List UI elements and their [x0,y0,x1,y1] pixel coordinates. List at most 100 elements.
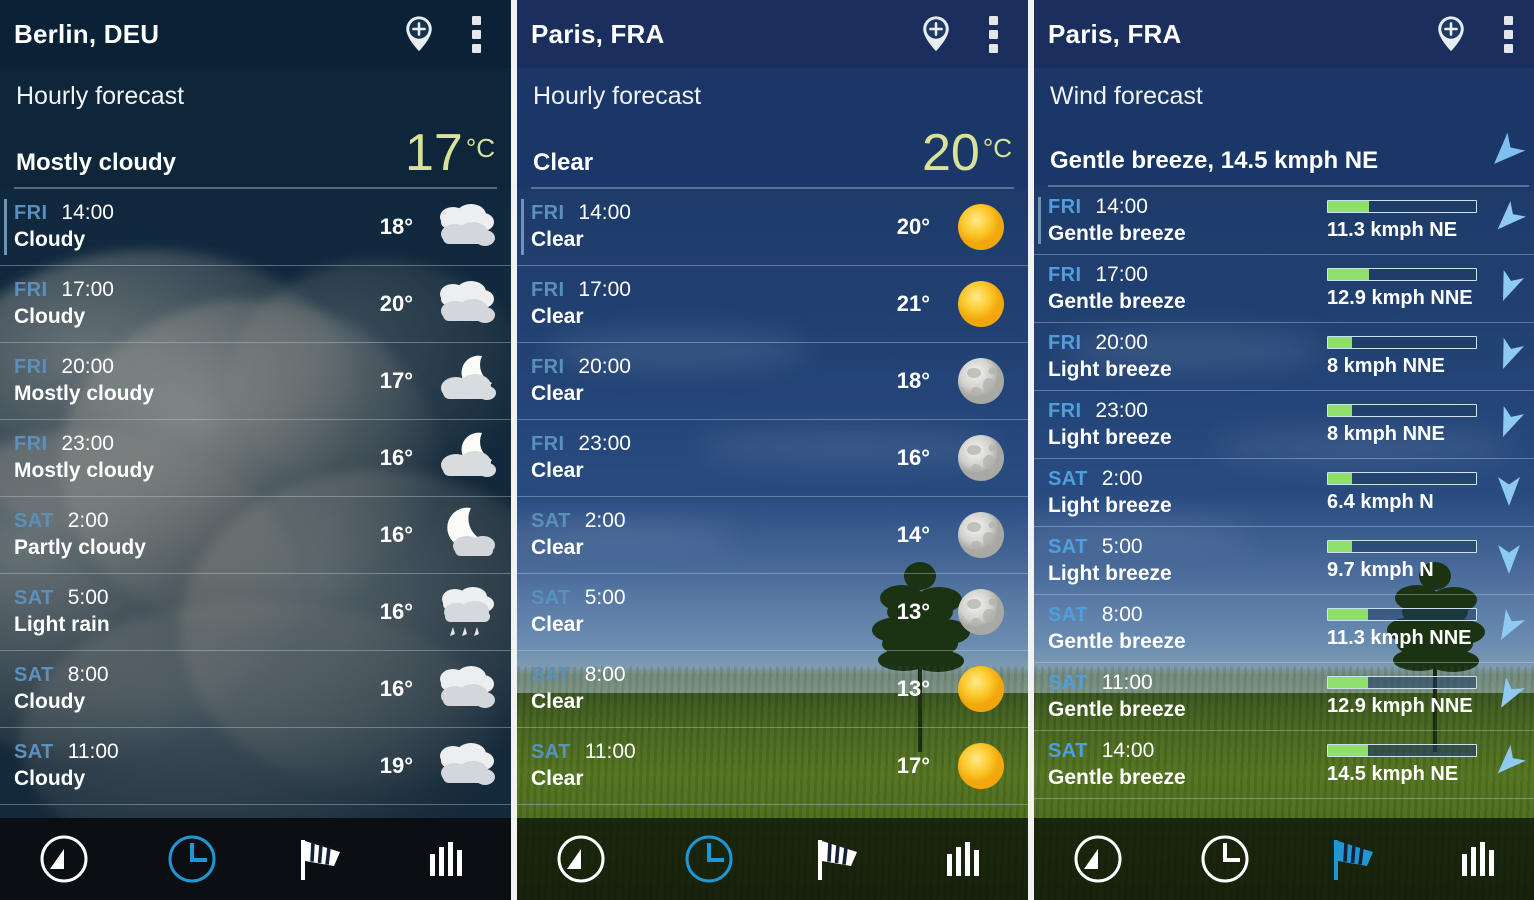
forecast-row[interactable]: SAT 5:00 Light breeze 9.7 kmph N [1034,527,1534,595]
row-temperature: 16° [379,598,413,624]
cloudy-icon [427,198,497,256]
forecast-row[interactable]: FRI 20:00 Mostly cloudy 17° [0,343,511,420]
forecast-row[interactable]: FRI 14:00 Cloudy 18° [0,189,511,266]
row-temperature: 16° [379,444,413,470]
nav-bar-chart-icon[interactable] [1447,827,1511,891]
bottom-navigation[interactable] [517,818,1028,900]
nav-bar-chart-icon[interactable] [932,827,996,891]
forecast-row[interactable]: SAT 2:00 Partly cloudy 16° [0,497,511,574]
row-time: 20:00 [1095,331,1148,354]
forecast-row[interactable]: SAT 8:00 Cloudy 16° [0,651,511,728]
row-description: Clear [531,459,584,483]
row-day: FRI [531,279,565,302]
forecast-row[interactable]: FRI 23:00 Mostly cloudy 16° [0,420,511,497]
wind-speed-block: 11.3 kmph NE [1327,199,1477,242]
bottom-navigation[interactable] [1034,818,1534,900]
nav-clock-icon[interactable] [160,827,224,891]
row-temperature: 17° [379,367,413,393]
forecast-summary: Wind forecast Gentle breeze, 14.5 kmph N… [1034,68,1534,185]
moon-icon [944,429,1014,487]
nav-clock-icon[interactable] [1193,827,1257,891]
overflow-menu-icon[interactable] [1504,15,1513,53]
wind-speed-value: 6.4 kmph N [1327,490,1434,513]
row-time-block: SAT 11:00 Clear [531,740,897,791]
nav-clock-icon[interactable] [677,827,741,891]
forecast-row[interactable]: FRI 23:00 Light breeze 8 kmph NNE [1034,391,1534,459]
forecast-row[interactable]: SAT 11:00 Cloudy 19° [0,728,511,805]
nav-compass-icon[interactable] [1066,827,1130,891]
nav-windsock-icon[interactable] [1320,827,1384,891]
wind-speed-bar [1327,403,1477,417]
current-temperature: 17 °C [404,124,495,182]
row-day: SAT [531,510,571,533]
forecast-row[interactable]: FRI 20:00 Clear 18° [517,343,1028,420]
bottom-navigation[interactable] [0,818,511,900]
hourly-forecast-list[interactable]: FRI 14:00 Clear 20° FRI 17:00 Clear 21° FRI 20:00… [517,189,1028,818]
row-description: Light breeze [1048,494,1172,517]
row-time: 20:00 [61,355,114,379]
add-location-pin-icon[interactable] [402,15,436,53]
nav-bar-chart-icon[interactable] [415,827,479,891]
row-time: 14:00 [578,201,631,225]
forecast-row[interactable]: SAT 8:00 Clear 13° [517,651,1028,728]
row-time: 17:00 [1095,263,1148,286]
forecast-row[interactable]: SAT 14:00 Gentle breeze 14.5 kmph NE [1034,731,1534,799]
add-location-pin-icon[interactable] [919,15,953,53]
row-time: 14:00 [1095,195,1148,218]
row-temperature: 13° [896,598,930,624]
row-time: 5:00 [67,586,109,610]
nav-windsock-icon[interactable] [804,827,868,891]
row-time-block: SAT 8:00 Cloudy [14,663,380,714]
forecast-row[interactable]: SAT 8:00 Gentle breeze 11.3 kmph NNE [1034,595,1534,663]
row-time: 17:00 [61,278,114,302]
forecast-row[interactable]: FRI 14:00 Clear 20° [517,189,1028,266]
screen-title: Hourly forecast [533,82,702,110]
forecast-row[interactable]: SAT 11:00 Clear 17° [517,728,1028,805]
forecast-row[interactable]: SAT 2:00 Light breeze 6.4 kmph N [1034,459,1534,527]
row-description: Clear [531,613,584,637]
row-description: Light breeze [1048,426,1172,449]
sun-icon [944,660,1014,718]
row-temperature: 21° [896,290,930,316]
wind-direction-arrow-icon [1483,266,1529,311]
wind-speed-bar [1327,675,1477,689]
moon-icon [944,352,1014,410]
row-time: 2:00 [584,509,626,533]
wind-speed-value: 8 kmph NNE [1327,354,1445,377]
row-description: Light rain [14,613,110,637]
row-time: 8:00 [584,663,626,687]
row-time-block: SAT 14:00 Gentle breeze [1048,739,1327,790]
forecast-row[interactable]: SAT 5:00 Light rain 16° [0,574,511,651]
wind-speed-bar [1327,335,1477,349]
forecast-row[interactable]: FRI 17:00 Clear 21° [517,266,1028,343]
row-time-block: FRI 14:00 Cloudy [14,201,380,252]
row-temperature: 20° [896,213,930,239]
hourly-forecast-list[interactable]: FRI 14:00 Cloudy 18° FRI 17:00 Cloudy 20° FRI 20:… [0,189,511,818]
forecast-row[interactable]: SAT 2:00 Clear 14° [517,497,1028,574]
row-day: SAT [14,741,54,764]
overflow-menu-icon[interactable] [472,15,481,53]
row-description: Gentle breeze [1048,630,1186,653]
forecast-row[interactable]: FRI 17:00 Gentle breeze 12.9 kmph NNE [1034,255,1534,323]
add-location-pin-icon[interactable] [1434,15,1468,53]
row-day: FRI [531,202,565,225]
temperature-value: 17 [404,124,463,182]
city-name: Paris, FRA [531,18,665,49]
nav-compass-icon[interactable] [549,827,613,891]
overflow-menu-icon[interactable] [989,15,998,53]
forecast-row[interactable]: FRI 23:00 Clear 16° [517,420,1028,497]
wind-speed-bar [1327,199,1477,213]
row-time-block: FRI 23:00 Clear [531,432,897,483]
row-day: FRI [1048,332,1082,354]
forecast-row[interactable]: FRI 20:00 Light breeze 8 kmph NNE [1034,323,1534,391]
nav-compass-icon[interactable] [32,827,96,891]
forecast-row[interactable]: FRI 14:00 Gentle breeze 11.3 kmph NE [1034,187,1534,255]
forecast-row[interactable]: SAT 11:00 Gentle breeze 12.9 kmph NNE [1034,663,1534,731]
forecast-row[interactable]: SAT 5:00 Clear 13° [517,574,1028,651]
wind-forecast-list[interactable]: FRI 14:00 Gentle breeze 11.3 kmph NE FRI 17:… [1034,187,1534,818]
wind-speed-value: 12.9 kmph NNE [1327,286,1473,309]
forecast-row[interactable]: FRI 17:00 Cloudy 20° [0,266,511,343]
row-temperature: 13° [896,675,930,701]
nav-windsock-icon[interactable] [287,827,351,891]
row-day: SAT [1048,536,1088,558]
